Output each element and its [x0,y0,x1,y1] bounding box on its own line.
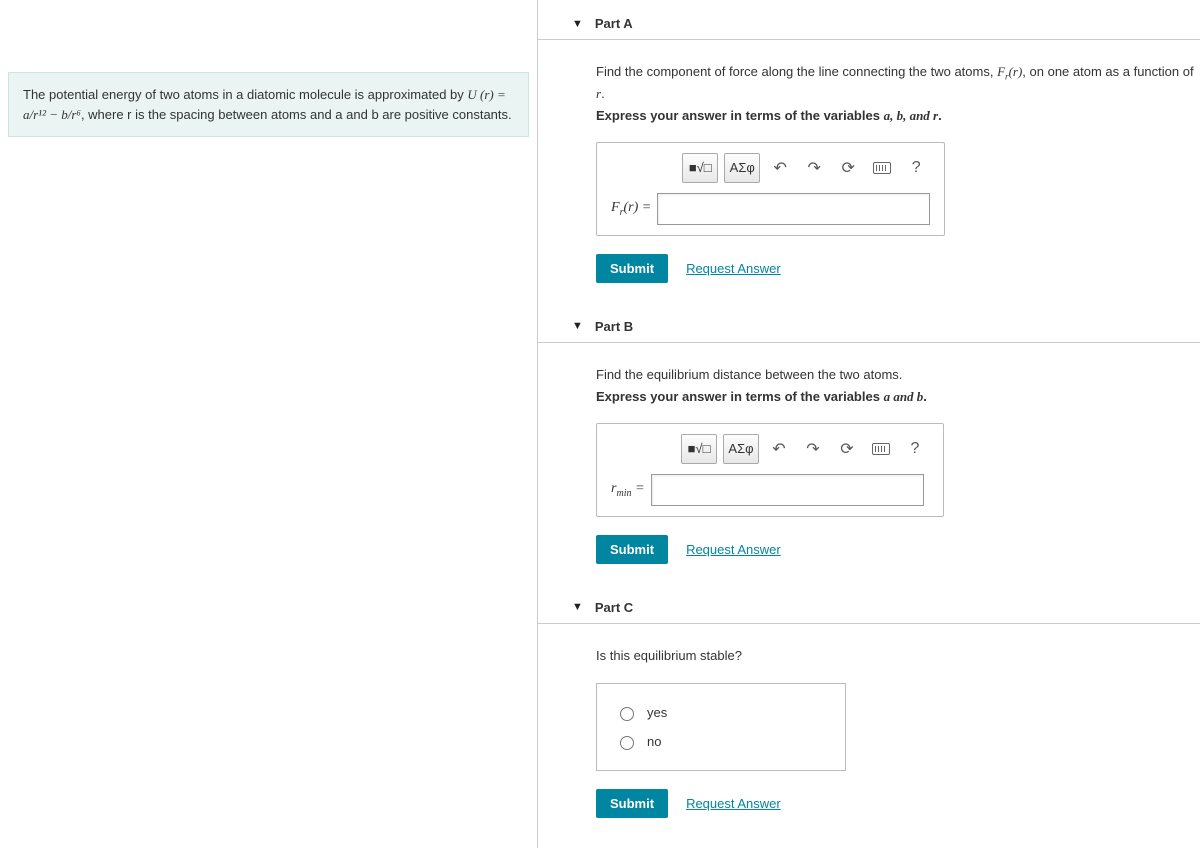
undo-icon[interactable]: ↶ [766,154,794,182]
part-a: ▼ Part A Find the component of force alo… [538,10,1200,283]
part-c-prompt: Is this equilibrium stable? [596,646,1194,667]
greek-button[interactable]: ΑΣφ [724,153,760,183]
part-a-request-answer-link[interactable]: Request Answer [686,261,781,276]
part-c-header[interactable]: ▼ Part C [538,594,1200,624]
part-b: ▼ Part B Find the equilibrium distance b… [538,313,1200,564]
part-c: ▼ Part C Is this equilibrium stable? yes… [538,594,1200,818]
part-b-prompt: Find the equilibrium distance between th… [596,365,1194,386]
part-a-title: Part A [595,16,633,31]
chevron-down-icon: ▼ [572,601,583,613]
problem-text-before: The potential energy of two atoms in a d… [23,87,467,102]
part-b-input-label: rmin = [611,481,645,499]
part-c-request-answer-link[interactable]: Request Answer [686,796,781,811]
part-a-answer-box: ■√□ ΑΣφ ↶ ↷ ⟳ ? Fr(r) = [596,142,945,236]
chevron-down-icon: ▼ [572,320,583,332]
part-a-prompt: Find the component of force along the li… [596,62,1194,105]
part-c-title: Part C [595,600,633,615]
part-b-request-answer-link[interactable]: Request Answer [686,542,781,557]
chevron-down-icon: ▼ [572,18,583,30]
part-c-option-no[interactable]: no [615,727,827,756]
keyboard-icon[interactable] [867,435,895,463]
part-c-options-box: yes no [596,683,846,771]
templates-button[interactable]: ■√□ [681,434,717,464]
part-a-answer-input[interactable] [657,193,930,225]
problem-statement: The potential energy of two atoms in a d… [8,72,529,137]
part-a-input-label: Fr(r) = [611,200,651,218]
radio-no[interactable] [620,736,634,750]
part-a-header[interactable]: ▼ Part A [538,10,1200,40]
help-icon[interactable]: ? [901,435,929,463]
reset-icon[interactable]: ⟳ [833,435,861,463]
greek-button[interactable]: ΑΣφ [723,434,759,464]
reset-icon[interactable]: ⟳ [834,154,862,182]
keyboard-icon[interactable] [868,154,896,182]
part-b-submit-button[interactable]: Submit [596,535,668,564]
undo-icon[interactable]: ↶ [765,435,793,463]
part-a-submit-button[interactable]: Submit [596,254,668,283]
help-icon[interactable]: ? [902,154,930,182]
part-b-instruction: Express your answer in terms of the vari… [596,389,1194,405]
part-c-submit-button[interactable]: Submit [596,789,668,818]
part-b-header[interactable]: ▼ Part B [538,313,1200,343]
part-b-answer-input[interactable] [651,474,924,506]
equation-toolbar: ■√□ ΑΣφ ↶ ↷ ⟳ ? [611,434,929,464]
redo-icon[interactable]: ↷ [799,435,827,463]
templates-button[interactable]: ■√□ [682,153,718,183]
part-b-title: Part B [595,319,633,334]
part-c-option-yes[interactable]: yes [615,698,827,727]
radio-yes[interactable] [620,707,634,721]
problem-text-after: , where r is the spacing between atoms a… [81,107,512,122]
part-b-answer-box: ■√□ ΑΣφ ↶ ↷ ⟳ ? rmin = [596,423,944,517]
equation-toolbar: ■√□ ΑΣφ ↶ ↷ ⟳ ? [611,153,930,183]
redo-icon[interactable]: ↷ [800,154,828,182]
part-a-instruction: Express your answer in terms of the vari… [596,108,1194,124]
